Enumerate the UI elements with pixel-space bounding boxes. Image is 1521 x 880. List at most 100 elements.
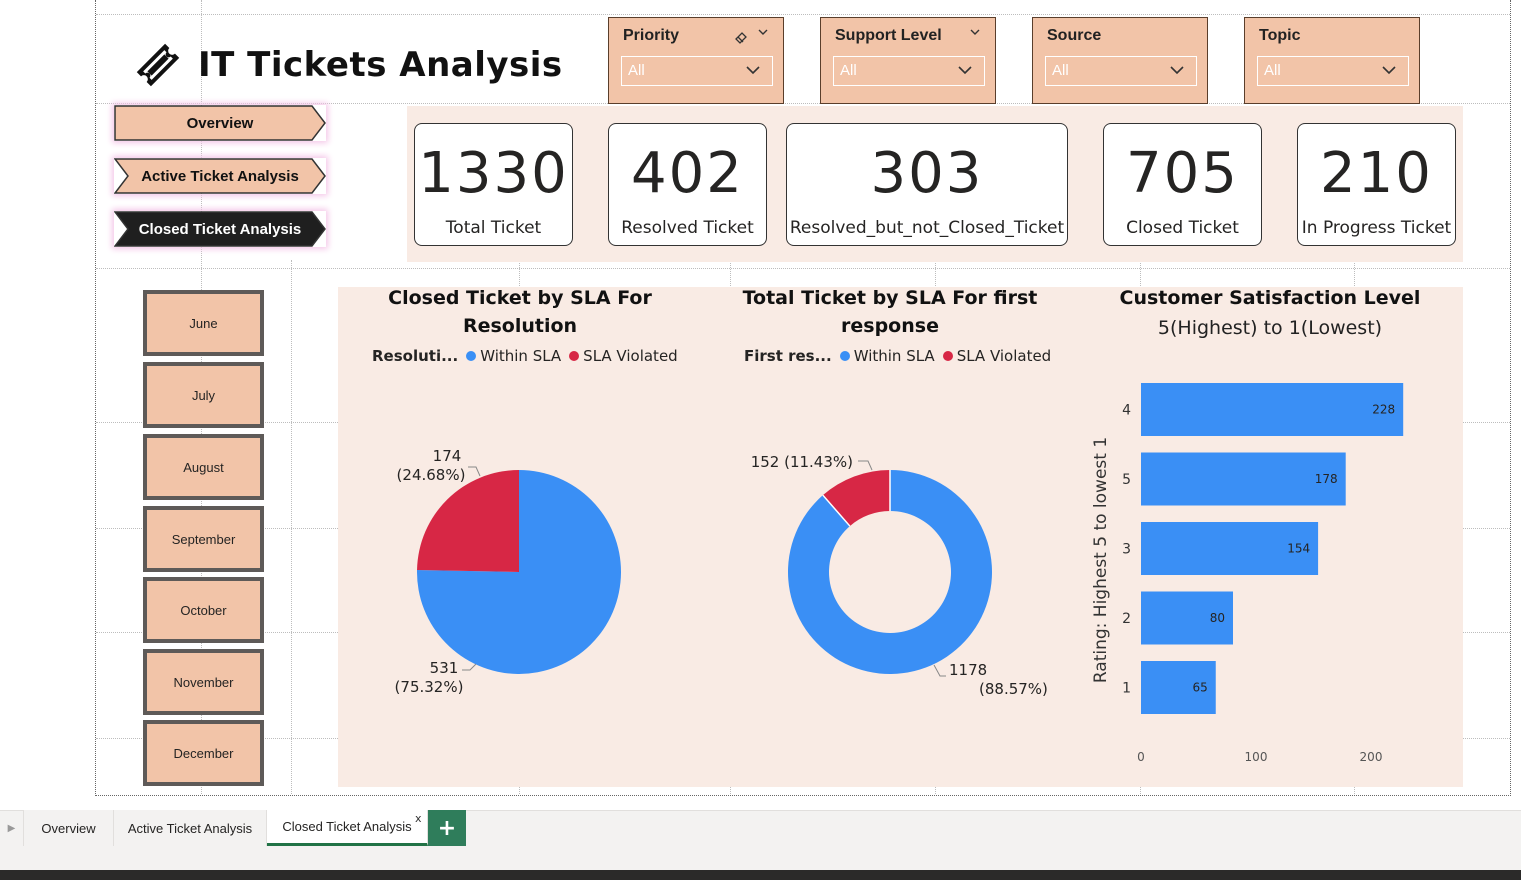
- grid-guide: [96, 268, 1510, 269]
- chart-subtitle: 5(Highest) to 1(Lowest): [1157, 317, 1383, 339]
- month-button-september[interactable]: September: [143, 506, 264, 572]
- nav-button-closed-ticket[interactable]: Closed Ticket Analysis: [114, 211, 326, 247]
- chart-legend: First res... Within SLA SLA Violated: [744, 347, 1059, 365]
- month-button-november[interactable]: November: [143, 649, 264, 715]
- month-button-july[interactable]: July: [143, 362, 264, 428]
- kpi-value: 705: [1126, 141, 1239, 206]
- data-label-leader: [933, 664, 946, 677]
- slicer-value: All: [628, 62, 645, 79]
- report-canvas: IT Tickets Analysis Priority All Support…: [0, 0, 1521, 880]
- report-title: IT Tickets Analysis: [130, 36, 563, 94]
- data-label-leader: [858, 460, 873, 471]
- tab-overview[interactable]: Overview: [24, 810, 114, 846]
- donut-chart-first-response[interactable]: 1178(88.57%) 152 (11.43%): [720, 420, 1060, 720]
- bar-chart-satisfaction[interactable]: 4 228 5 178 3 154 2 80 1 65 0 100 200 Rating: Highest…: [1080, 370, 1450, 780]
- status-bar: [0, 846, 1521, 870]
- legend-item[interactable]: Within SLA: [466, 347, 561, 365]
- data-label-leader: [462, 663, 477, 671]
- legend-item[interactable]: SLA Violated: [569, 347, 678, 365]
- data-label: 1178: [949, 661, 987, 679]
- slicer-title: Source: [1047, 27, 1102, 44]
- kpi-card-in-progress: 210 In Progress Ticket: [1297, 123, 1456, 246]
- close-tab-icon[interactable]: x: [415, 812, 422, 825]
- slicer-dropdown[interactable]: All: [621, 56, 773, 86]
- chevron-down-icon[interactable]: [757, 26, 769, 38]
- kpi-card-total: 1330 Total Ticket: [414, 123, 573, 246]
- tab-active-ticket-analysis[interactable]: Active Ticket Analysis: [114, 810, 267, 846]
- nav-button-label: Closed Ticket Analysis: [138, 220, 302, 238]
- chart-title: Customer Satisfaction Level: [1119, 287, 1421, 309]
- legend-label: SLA Violated: [956, 347, 1052, 365]
- slicer-value: All: [1052, 62, 1069, 79]
- add-page-button[interactable]: +: [428, 810, 466, 846]
- slicer-title: Priority: [623, 27, 680, 44]
- legend-label: Within SLA: [853, 347, 935, 365]
- kpi-label: In Progress Ticket: [1301, 218, 1452, 238]
- nav-button-active-ticket[interactable]: Active Ticket Analysis: [114, 158, 326, 194]
- bar[interactable]: [1141, 383, 1404, 436]
- slicer-title: Topic: [1259, 27, 1301, 44]
- month-button-june[interactable]: June: [143, 290, 264, 356]
- slicer-title: Support Level: [835, 27, 942, 44]
- slicer-dropdown[interactable]: All: [833, 56, 985, 86]
- kpi-label: Resolved_but_not_Closed_Ticket: [789, 218, 1065, 238]
- data-label: 152 (11.43%): [751, 453, 853, 471]
- pie-chart-resolution[interactable]: 531(75.32%) 174(24.68%): [340, 420, 710, 720]
- x-tick-label: 0: [1137, 750, 1145, 764]
- chart-title: Total Ticket by SLA For first response: [742, 287, 1038, 337]
- legend-dot: [569, 351, 580, 361]
- nav-button-overview[interactable]: Overview: [114, 105, 326, 141]
- slicer-source[interactable]: Source All: [1032, 17, 1208, 104]
- bar-data-label: 80: [1210, 611, 1225, 625]
- eraser-icon[interactable]: [733, 29, 749, 45]
- category-tick-label: 2: [1122, 611, 1131, 627]
- chevron-down-icon: [958, 66, 972, 75]
- bar-data-label: 65: [1192, 681, 1207, 695]
- tab-scroll-left-icon[interactable]: ▶: [0, 810, 24, 846]
- x-tick-label: 200: [1360, 750, 1383, 764]
- slicer-dropdown[interactable]: All: [1045, 56, 1197, 86]
- kpi-value: 402: [631, 141, 744, 206]
- data-label: (75.32%): [395, 678, 464, 696]
- month-button-august[interactable]: August: [143, 434, 264, 500]
- grid-guide: [96, 14, 1510, 15]
- kpi-card-resolved: 402 Resolved Ticket: [608, 123, 767, 246]
- x-tick-label: 100: [1245, 750, 1268, 764]
- data-label: 531: [430, 659, 459, 677]
- bar-data-label: 228: [1372, 403, 1395, 417]
- chevron-down-icon: [746, 66, 760, 75]
- pie-slice-sla-violated[interactable]: [417, 470, 519, 572]
- legend-dot: [466, 351, 477, 361]
- nav-button-label: Active Ticket Analysis: [141, 167, 299, 185]
- chart-legend: Resoluti... Within SLA SLA Violated: [372, 347, 686, 365]
- slicer-support-level[interactable]: Support Level All: [820, 17, 996, 104]
- kpi-value: 210: [1320, 141, 1433, 206]
- chart-title: Closed Ticket by SLA For Resolution: [388, 287, 652, 337]
- legend-dot: [839, 351, 850, 361]
- legend-item[interactable]: SLA Violated: [942, 347, 1052, 365]
- category-tick-label: 4: [1122, 403, 1131, 419]
- month-button-december[interactable]: December: [143, 720, 264, 786]
- tab-closed-ticket-analysis[interactable]: Closed Ticket Analysis: [267, 810, 428, 846]
- kpi-card-resolved-not-closed: 303 Resolved_but_not_Closed_Ticket: [786, 123, 1068, 246]
- slicer-dropdown[interactable]: All: [1257, 56, 1409, 86]
- legend-item[interactable]: Within SLA: [839, 347, 935, 365]
- slicer-value: All: [840, 62, 857, 79]
- grid-guide: [291, 260, 292, 794]
- page-title: IT Tickets Analysis: [198, 45, 563, 85]
- chevron-down-icon: [1170, 66, 1184, 75]
- bar-data-label: 178: [1315, 472, 1338, 486]
- legend-label: SLA Violated: [583, 347, 678, 365]
- kpi-label: Closed Ticket: [1126, 218, 1239, 238]
- bar-data-label: 154: [1287, 542, 1310, 556]
- kpi-label: Total Ticket: [445, 218, 542, 238]
- y-axis-label: Rating: Highest 5 to lowest 1: [1091, 437, 1111, 683]
- legend-dot: [942, 351, 953, 361]
- legend-title: First res...: [744, 347, 832, 365]
- nav-button-label: Overview: [186, 114, 254, 132]
- slicer-priority[interactable]: Priority All: [608, 17, 784, 104]
- month-button-october[interactable]: October: [143, 577, 264, 643]
- chevron-down-icon[interactable]: [969, 26, 981, 38]
- legend-title: Resoluti...: [372, 347, 459, 365]
- slicer-topic[interactable]: Topic All: [1244, 17, 1420, 104]
